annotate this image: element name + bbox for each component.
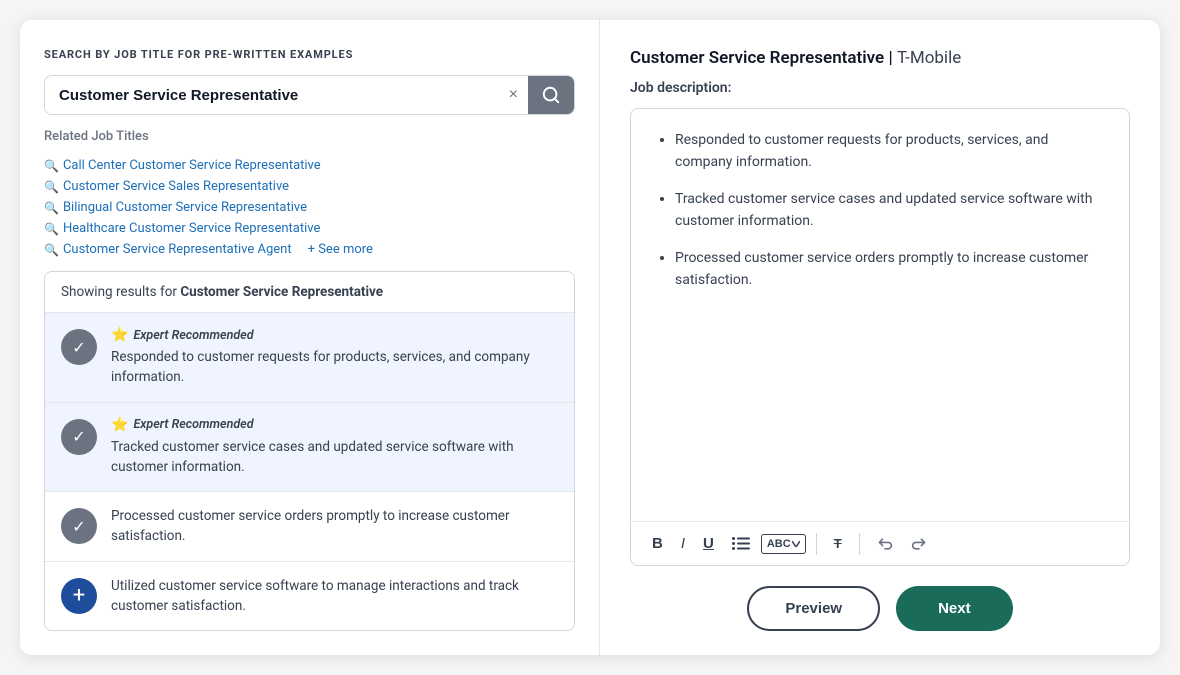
related-link-3[interactable]: 🔍 Bilingual Customer Service Representat… bbox=[44, 200, 307, 215]
expert-tag-2: ⭐ Expert Recommended bbox=[111, 417, 558, 433]
spellcheck-button[interactable]: ABC bbox=[761, 534, 806, 554]
search-label: SEARCH BY JOB TITLE FOR PRE-WRITTEN EXAM… bbox=[44, 48, 575, 61]
bullet-3: Processed customer service orders prompt… bbox=[675, 247, 1105, 292]
result-content-1: ⭐ Expert Recommended Responded to custom… bbox=[111, 327, 558, 388]
preview-button[interactable]: Preview bbox=[747, 586, 880, 631]
see-more-link[interactable]: + See more bbox=[308, 242, 373, 257]
search-icon-small-2: 🔍 bbox=[44, 180, 59, 194]
editor-toolbar: B I U ABC bbox=[631, 521, 1129, 565]
plus-icon-4: + bbox=[73, 585, 85, 607]
editor-container: Responded to customer requests for produ… bbox=[630, 108, 1130, 566]
job-desc-label: Job description: bbox=[630, 80, 1130, 96]
check-circle-2: ✓ bbox=[61, 419, 97, 455]
toolbar-divider-2 bbox=[859, 533, 860, 555]
expert-label-1: Expert Recommended bbox=[133, 328, 253, 343]
job-title-header: Customer Service Representative | T-Mobi… bbox=[630, 48, 1130, 68]
related-link-5[interactable]: 🔍 Customer Service Representative Agent bbox=[44, 242, 292, 257]
list-button[interactable] bbox=[725, 532, 757, 556]
action-buttons: Preview Next bbox=[630, 586, 1130, 631]
result-item-2[interactable]: ✓ ⭐ Expert Recommended Tracked customer … bbox=[45, 403, 574, 493]
toolbar-divider-1 bbox=[816, 533, 817, 555]
company-text: T-Mobile bbox=[897, 48, 961, 68]
right-panel: Customer Service Representative | T-Mobi… bbox=[600, 20, 1160, 655]
results-header: Showing results for Customer Service Rep… bbox=[45, 272, 574, 313]
results-box: Showing results for Customer Service Rep… bbox=[44, 271, 575, 631]
bullet-1: Responded to customer requests for produ… bbox=[675, 129, 1105, 174]
related-link-4[interactable]: 🔍 Healthcare Customer Service Representa… bbox=[44, 221, 320, 236]
check-icon-2: ✓ bbox=[72, 427, 85, 446]
bold-button[interactable]: B bbox=[645, 530, 670, 557]
job-title-text: Customer Service Representative bbox=[630, 48, 884, 68]
related-links: 🔍 Call Center Customer Service Represent… bbox=[44, 158, 575, 257]
result-text-3: Processed customer service orders prompt… bbox=[111, 506, 558, 547]
next-button[interactable]: Next bbox=[896, 586, 1013, 631]
result-item-4[interactable]: + Utilized customer service software to … bbox=[45, 562, 574, 631]
italic-button[interactable]: I bbox=[674, 530, 692, 557]
undo-button[interactable] bbox=[870, 531, 900, 557]
check-circle-1: ✓ bbox=[61, 329, 97, 365]
result-item-3[interactable]: ✓ Processed customer service orders prom… bbox=[45, 492, 574, 562]
related-link-2[interactable]: 🔍 Customer Service Sales Representative bbox=[44, 179, 289, 194]
bullet-2: Tracked customer service cases and updat… bbox=[675, 188, 1105, 233]
expert-tag-1: ⭐ Expert Recommended bbox=[111, 327, 558, 343]
result-text-2: Tracked customer service cases and updat… bbox=[111, 437, 558, 478]
search-icon-small-5: 🔍 bbox=[44, 243, 59, 257]
result-content-2: ⭐ Expert Recommended Tracked customer se… bbox=[111, 417, 558, 478]
search-box: × bbox=[44, 75, 575, 115]
strikethrough-button[interactable]: T bbox=[827, 531, 849, 556]
result-content-3: Processed customer service orders prompt… bbox=[111, 506, 558, 547]
bullet-list: Responded to customer requests for produ… bbox=[655, 129, 1105, 291]
check-icon-1: ✓ bbox=[72, 338, 85, 357]
search-icon-small: 🔍 bbox=[44, 159, 59, 173]
star-icon-1: ⭐ bbox=[111, 327, 128, 343]
separator: | bbox=[884, 48, 897, 68]
result-item-1[interactable]: ✓ ⭐ Expert Recommended Responded to cust… bbox=[45, 313, 574, 403]
editor-content[interactable]: Responded to customer requests for produ… bbox=[631, 109, 1129, 521]
expert-label-2: Expert Recommended bbox=[133, 417, 253, 432]
result-content-4: Utilized customer service software to ma… bbox=[111, 576, 558, 617]
check-circle-3: ✓ bbox=[61, 508, 97, 544]
related-title: Related Job Titles bbox=[44, 129, 575, 144]
search-input[interactable] bbox=[45, 77, 499, 114]
star-icon-2: ⭐ bbox=[111, 417, 128, 433]
related-link-1[interactable]: 🔍 Call Center Customer Service Represent… bbox=[44, 158, 321, 173]
result-text-1: Responded to customer requests for produ… bbox=[111, 347, 558, 388]
search-icon-small-3: 🔍 bbox=[44, 201, 59, 215]
redo-button[interactable] bbox=[904, 531, 934, 557]
spellcheck-label: ABC bbox=[767, 538, 791, 550]
search-button[interactable] bbox=[528, 76, 574, 114]
left-panel: SEARCH BY JOB TITLE FOR PRE-WRITTEN EXAM… bbox=[20, 20, 600, 655]
check-icon-3: ✓ bbox=[72, 517, 85, 536]
result-text-4: Utilized customer service software to ma… bbox=[111, 576, 558, 617]
clear-button[interactable]: × bbox=[499, 78, 528, 112]
underline-button[interactable]: U bbox=[696, 530, 721, 557]
search-icon-small-4: 🔍 bbox=[44, 222, 59, 236]
add-circle-4: + bbox=[61, 578, 97, 614]
